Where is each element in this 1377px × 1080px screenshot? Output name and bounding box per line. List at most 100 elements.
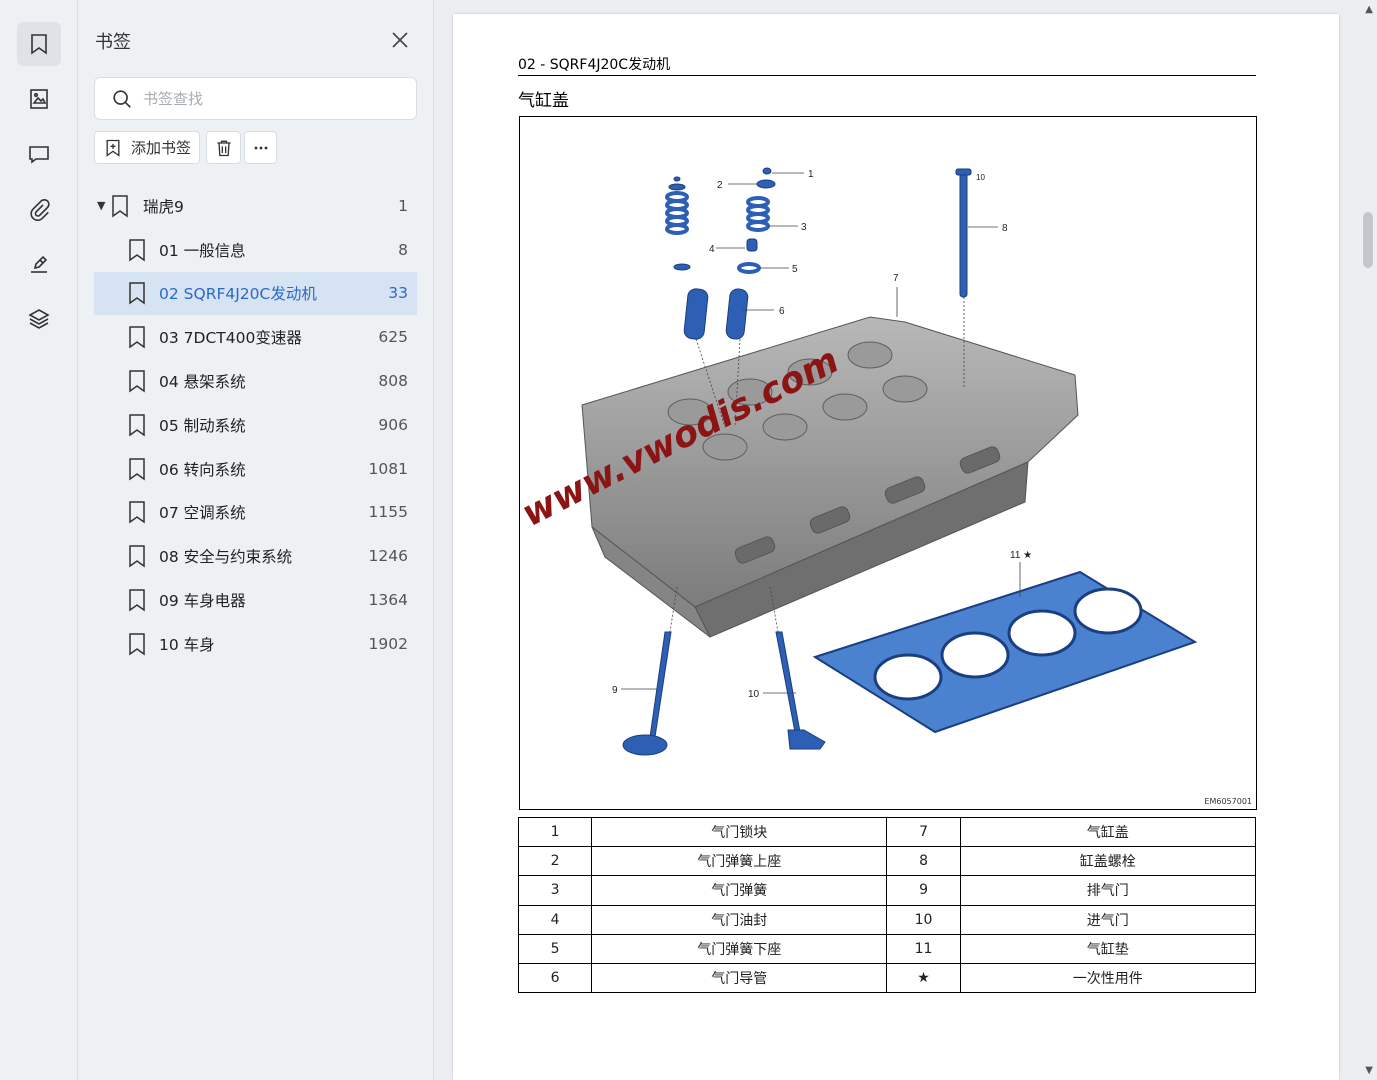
callout: 9 <box>612 685 618 696</box>
legend-part-name: 气门油封 <box>591 904 888 935</box>
callout: 10 <box>976 173 985 182</box>
bookmark-label: 10 车身 <box>159 635 215 654</box>
bookmark-item[interactable]: 08 安全与约束系统 1246 <box>94 534 417 578</box>
parts-legend-table: 1 气门锁块 7 气缸盖 2 气门弹簧上座 8 缸盖螺栓 3 气门弹簧 9 排气门 4 气门油封 10 进气门… <box>517 816 1257 994</box>
bookmark-icon <box>129 282 145 305</box>
bookmark-page: 808 <box>378 372 408 391</box>
attachment-icon[interactable] <box>17 187 61 231</box>
callout: 4 <box>709 244 715 255</box>
delete-bookmark-button[interactable] <box>206 131 241 164</box>
signature-icon[interactable] <box>17 242 61 286</box>
add-bookmark-button[interactable]: 添加书签 <box>94 131 200 164</box>
layers-icon[interactable] <box>17 297 61 341</box>
legend-number: 5 <box>517 933 593 964</box>
expand-caret-icon[interactable]: ▼ <box>97 199 105 212</box>
bookmark-label: 07 空调系统 <box>159 504 246 523</box>
legend-number: 2 <box>517 846 593 877</box>
cylinder-head-illustration: 1 2 3 4 5 6 7 8 9 10 10 11 ★ www.vwodis.… <box>520 167 1198 756</box>
legend-row: 2 气门弹簧上座 8 缸盖螺栓 <box>517 846 1257 877</box>
sidebar-rail <box>0 0 78 1080</box>
legend-number: 4 <box>517 904 593 935</box>
bookmark-page: 1155 <box>368 503 408 522</box>
figure-code: EM6057001 <box>1204 797 1252 806</box>
legend-row: 6 气门导管 ★ 一次性用件 <box>517 962 1257 994</box>
legend-part-name: 缸盖螺栓 <box>959 846 1257 877</box>
bookmark-item[interactable]: 02 SQRF4J20C发动机 33 <box>94 271 417 316</box>
comment-icon[interactable] <box>17 132 61 176</box>
bookmark-icon <box>129 326 145 349</box>
bookmark-page: 1081 <box>368 459 408 478</box>
pdf-reader-window: 书签 添加书签 ▼ 瑞虎9 1 01 一般信息 8 02 SQRF4J20C发动机 3… <box>0 0 1377 1080</box>
legend-number: 9 <box>886 875 961 906</box>
bookmark-item[interactable]: 05 制动系统 906 <box>94 403 417 447</box>
bookmark-tree: ▼ 瑞虎9 1 01 一般信息 8 02 SQRF4J20C发动机 33 03 7DCT… <box>94 184 417 666</box>
panel-title: 书签 <box>95 32 131 53</box>
legend-part-name: 排气门 <box>959 875 1257 906</box>
legend-part-name: 一次性用件 <box>959 962 1257 994</box>
callout: 10 <box>748 689 760 700</box>
vertical-scrollbar[interactable]: ▲ ▼ <box>1359 0 1377 1080</box>
bookmark-search <box>94 77 417 120</box>
legend-number: 6 <box>517 962 593 994</box>
bookmark-label: 04 悬架系统 <box>159 373 246 392</box>
scroll-down-icon[interactable]: ▼ <box>1365 1065 1373 1076</box>
bookmark-item[interactable]: 07 空调系统 1155 <box>94 491 417 535</box>
bookmark-item[interactable]: 06 转向系统 1081 <box>94 447 417 491</box>
callout: 3 <box>801 222 807 233</box>
legend-number: 1 <box>517 816 593 848</box>
legend-part-name: 气门弹簧下座 <box>591 933 888 964</box>
bookmark-page: 1364 <box>368 591 408 610</box>
bookmark-label: 01 一般信息 <box>159 241 246 260</box>
bookmark-icon <box>129 501 145 524</box>
trash-icon <box>216 140 231 156</box>
more-options-button[interactable] <box>244 131 277 164</box>
bookmark-label: 瑞虎9 <box>143 197 184 216</box>
bookmark-page: 1 <box>398 196 408 215</box>
callout: 8 <box>1002 223 1008 234</box>
legend-row: 4 气门油封 10 进气门 <box>517 904 1257 935</box>
bookmark-label: 02 SQRF4J20C发动机 <box>159 285 317 304</box>
bookmark-label: 06 转向系统 <box>159 460 246 479</box>
bookmark-page: 8 <box>398 240 408 259</box>
legend-row: 5 气门弹簧下座 11 气缸垫 <box>517 933 1257 964</box>
thumbnail-icon[interactable] <box>17 77 61 121</box>
bookmark-icon <box>129 545 145 568</box>
search-icon <box>113 89 131 108</box>
page-header: 02 - SQRF4J20C发动机 <box>518 54 1256 76</box>
more-icon <box>254 146 267 149</box>
bookmark-icon <box>129 414 145 437</box>
bookmark-icon <box>129 457 145 481</box>
legend-number: 8 <box>886 846 961 877</box>
bookmark-page: 1246 <box>368 547 408 566</box>
bookmark-page: 1902 <box>368 634 408 653</box>
legend-part-name: 气门弹簧上座 <box>591 846 888 877</box>
bookmark-label: 08 安全与约束系统 <box>159 548 293 567</box>
legend-number: 7 <box>886 816 961 848</box>
scrollbar-thumb[interactable] <box>1363 212 1373 268</box>
legend-part-name: 气门导管 <box>591 962 888 994</box>
bookmark-icon[interactable] <box>17 22 61 66</box>
bookmark-icon <box>129 633 145 656</box>
bookmark-item[interactable]: 03 7DCT400变速器 625 <box>94 315 417 359</box>
bookmark-item[interactable]: 01 一般信息 8 <box>94 228 417 272</box>
search-input[interactable] <box>143 89 393 108</box>
legend-part-name: 气缸盖 <box>959 816 1257 848</box>
legend-number: ★ <box>886 962 961 994</box>
valves <box>622 631 826 756</box>
callout: 5 <box>792 264 798 275</box>
close-icon[interactable] <box>388 28 412 52</box>
bookmark-icon <box>129 238 145 262</box>
bookmark-root[interactable]: ▼ 瑞虎9 1 <box>94 184 417 228</box>
pdf-page: 02 - SQRF4J20C发动机 气缸盖 1 2 3 4 5 6 7 8 9 … <box>453 14 1339 1080</box>
bookmark-icon <box>112 195 128 218</box>
legend-part-name: 进气门 <box>959 904 1257 935</box>
bookmark-page: 33 <box>388 284 408 303</box>
bookmark-label: 09 车身电器 <box>159 592 246 611</box>
bookmark-item[interactable]: 10 车身 1902 <box>94 622 417 666</box>
bookmark-item[interactable]: 09 车身电器 1364 <box>94 578 417 622</box>
bookmark-item[interactable]: 04 悬架系统 808 <box>94 359 417 403</box>
scroll-up-icon[interactable]: ▲ <box>1365 4 1373 15</box>
add-bookmark-icon <box>106 139 120 157</box>
document-viewer[interactable]: 02 - SQRF4J20C发动机 气缸盖 1 2 3 4 5 6 7 8 9 … <box>434 0 1377 1080</box>
callout: 7 <box>893 273 899 284</box>
